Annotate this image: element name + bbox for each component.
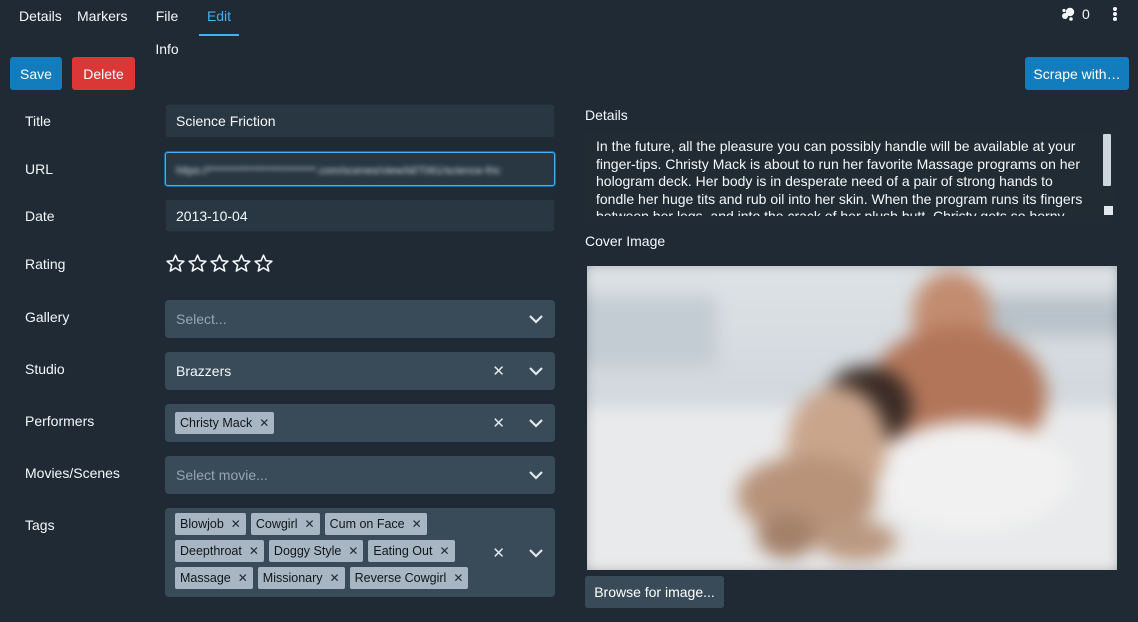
url-value: https://*************************.com/sc… [176,165,501,177]
chevron-down-icon[interactable] [529,366,543,376]
gallery-label: Gallery [25,309,70,325]
remove-chip-icon[interactable]: ✕ [238,567,248,589]
tag-chip: Blowjob ✕ [175,513,246,535]
chip-label: Reverse Cowgirl [354,571,447,585]
clear-icon[interactable]: ✕ [492,414,505,432]
cover-image-label: Cover Image [585,233,666,249]
details-scrollbar[interactable] [1103,134,1111,186]
scrape-with-button[interactable]: Scrape with… [1025,57,1129,90]
tag-chip: Eating Out ✕ [368,540,455,562]
remove-chip-icon[interactable]: ✕ [348,540,358,562]
tag-chip: Missionary ✕ [257,567,345,589]
rating-label: Rating [25,256,66,272]
chevron-down-icon[interactable] [529,314,543,324]
performer-chip: Christy Mack ✕ [175,412,275,434]
details-label: Details [585,107,628,123]
tags-label: Tags [25,517,55,533]
remove-chip-icon[interactable]: ✕ [439,540,449,562]
chip-label: Missionary [262,571,323,585]
tag-chip: Doggy Style ✕ [268,540,364,562]
remove-chip-icon[interactable]: ✕ [412,513,422,535]
remove-chip-icon[interactable]: ✕ [249,540,259,562]
tag-chip: Reverse Cowgirl ✕ [349,567,469,589]
performers-select[interactable]: Christy Mack ✕ ✕ [165,404,555,442]
chip-label: Cum on Face [329,517,405,531]
splash-icon [1062,7,1075,21]
chip-label: Blowjob [180,517,224,531]
studio-select[interactable]: Brazzers ✕ [165,352,555,390]
tab-edit[interactable]: Edit [199,0,239,36]
remove-chip-icon[interactable]: ✕ [453,567,463,589]
date-label: Date [25,208,55,224]
chip-label: Massage [180,571,231,585]
performers-label: Performers [25,413,95,429]
delete-button[interactable]: Delete [72,57,135,90]
star-icon[interactable] [231,253,252,274]
movies-placeholder: Select movie... [176,467,268,483]
chip-label: Christy Mack [180,416,253,430]
gallery-placeholder: Select... [176,311,227,327]
clear-icon[interactable]: ✕ [492,544,505,562]
details-textarea[interactable]: In the future, all the pleasure you can … [585,132,1115,217]
browse-for-image-button[interactable]: Browse for image... [585,576,724,608]
star-icon[interactable] [165,253,186,274]
tab-details[interactable]: Details [19,0,62,36]
tags-select[interactable]: Blowjob ✕ Cowgirl ✕ Cum on Face ✕ Deepthroa… [165,508,555,597]
date-input[interactable]: 2013-10-04 [165,199,555,232]
more-options-icon[interactable] [1108,5,1122,23]
title-input[interactable]: Science Friction [165,104,555,138]
movies-select[interactable]: Select movie... [165,456,555,494]
chip-label: Cowgirl [255,517,298,531]
remove-chip-icon[interactable]: ✕ [259,412,269,434]
o-counter-button[interactable]: 0 [1060,6,1090,22]
tag-chip: Massage ✕ [175,567,253,589]
tag-chip: Cowgirl ✕ [250,513,320,535]
rating-stars [165,253,274,274]
chevron-down-icon[interactable] [529,418,543,428]
url-label: URL [25,161,54,177]
studio-value: Brazzers [176,363,232,379]
remove-chip-icon[interactable]: ✕ [305,513,315,535]
chip-label: Doggy Style [273,544,342,558]
gallery-select[interactable]: Select... [165,300,555,338]
title-label: Title [25,113,51,129]
movies-label: Movies/Scenes [25,465,120,481]
studio-label: Studio [25,361,65,377]
o-counter-value: 0 [1082,6,1090,22]
cover-image [587,266,1117,570]
remove-chip-icon[interactable]: ✕ [330,567,340,589]
url-input[interactable]: https://*************************.com/sc… [165,152,555,186]
save-button[interactable]: Save [10,57,62,90]
tab-markers[interactable]: Markers [77,0,128,36]
clear-icon[interactable]: ✕ [492,362,505,380]
tab-file-info[interactable]: File Info [143,0,191,57]
tag-chip: Cum on Face ✕ [324,513,427,535]
chip-label: Deepthroat [180,544,242,558]
chevron-down-icon[interactable] [529,548,543,558]
remove-chip-icon[interactable]: ✕ [231,513,241,535]
chevron-down-icon[interactable] [529,470,543,480]
chip-label: Eating Out [373,544,433,558]
tag-chip: Deepthroat ✕ [175,540,264,562]
star-icon[interactable] [253,253,274,274]
scene-tabs: Details Markers File Info Edit 0 [0,0,1138,57]
star-icon[interactable] [209,253,230,274]
resize-handle-icon[interactable] [1104,206,1113,215]
star-icon[interactable] [187,253,208,274]
